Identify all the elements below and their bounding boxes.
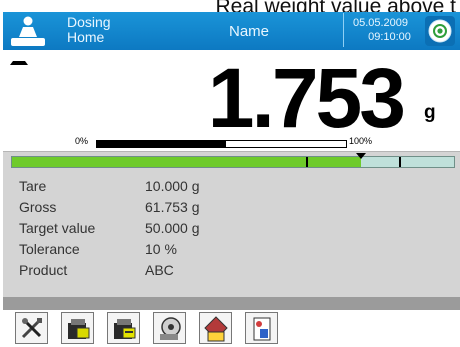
info-label: Target value bbox=[19, 220, 96, 236]
target-marker bbox=[305, 157, 308, 167]
product-button[interactable] bbox=[199, 312, 232, 344]
info-row-product: Product ABC bbox=[19, 262, 319, 283]
status-icon bbox=[428, 19, 452, 43]
mode-name: Dosing bbox=[67, 14, 111, 30]
weighing-range-fill bbox=[97, 141, 227, 147]
bottom-status-strip bbox=[3, 297, 460, 310]
info-row-target: Target value 50.000 g bbox=[19, 220, 319, 241]
report-button[interactable] bbox=[245, 312, 278, 344]
time-text: 09:10:00 bbox=[368, 31, 411, 43]
weighing-range-bar bbox=[96, 140, 347, 148]
weight-display: 1.753 g 0% 100% bbox=[3, 50, 460, 151]
tools-button[interactable] bbox=[15, 312, 48, 344]
tare-icon bbox=[68, 319, 90, 339]
range-min-label: 0% bbox=[75, 136, 89, 146]
threshold-arrow-icon bbox=[356, 153, 367, 159]
tare-select-button[interactable] bbox=[107, 312, 140, 344]
scale-screen: Dosing Home Name 05.05.2009 09:10:00 1.7… bbox=[3, 12, 460, 347]
range-max-label: 100% bbox=[349, 136, 373, 146]
info-row-tolerance: Tolerance 10 % bbox=[19, 241, 319, 262]
date-text: 05.05.2009 bbox=[352, 17, 409, 29]
info-label: Tolerance bbox=[19, 241, 80, 257]
dosing-progress-fill bbox=[12, 157, 362, 167]
info-value: 50.000 g bbox=[145, 220, 200, 236]
weigh-icon bbox=[160, 317, 181, 340]
weighing-button[interactable] bbox=[153, 312, 186, 344]
info-label: Gross bbox=[19, 199, 57, 215]
info-label: Tare bbox=[19, 178, 47, 194]
info-row-gross: Gross 61.753 g bbox=[19, 199, 319, 220]
function-toolbar bbox=[3, 310, 460, 347]
weight-value: 1.753 bbox=[207, 51, 406, 145]
info-value: 61.753 g bbox=[145, 199, 200, 215]
tools-icon bbox=[21, 318, 42, 339]
info-row-tare: Tare 10.000 g bbox=[19, 178, 319, 199]
user-name: Home bbox=[67, 29, 105, 45]
home-button[interactable] bbox=[5, 12, 55, 50]
home-user-icon bbox=[11, 16, 45, 46]
tare-select-icon bbox=[114, 319, 136, 339]
tare-button[interactable] bbox=[61, 312, 94, 344]
date-time: 05.05.2009 09:10:00 bbox=[343, 13, 417, 47]
stability-icon bbox=[10, 61, 28, 65]
tolerance-marker bbox=[398, 157, 401, 167]
header-bar: Dosing Home Name 05.05.2009 09:10:00 bbox=[3, 12, 460, 50]
mode-label: Dosing Home bbox=[67, 15, 111, 45]
weight-unit: g bbox=[424, 102, 436, 123]
dosing-progress-bar bbox=[11, 153, 455, 168]
info-label: Product bbox=[19, 262, 68, 278]
info-panel: Tare 10.000 g Gross 61.753 g Target valu… bbox=[3, 151, 460, 298]
info-value: ABC bbox=[145, 262, 174, 278]
info-value: 10 % bbox=[145, 241, 177, 257]
product-icon bbox=[204, 316, 228, 342]
product-name-title: Name bbox=[229, 23, 270, 40]
report-icon bbox=[253, 317, 271, 341]
info-value: 10.000 g bbox=[145, 178, 200, 194]
info-rows: Tare 10.000 g Gross 61.753 g Target valu… bbox=[19, 178, 319, 283]
status-button[interactable] bbox=[425, 16, 455, 46]
